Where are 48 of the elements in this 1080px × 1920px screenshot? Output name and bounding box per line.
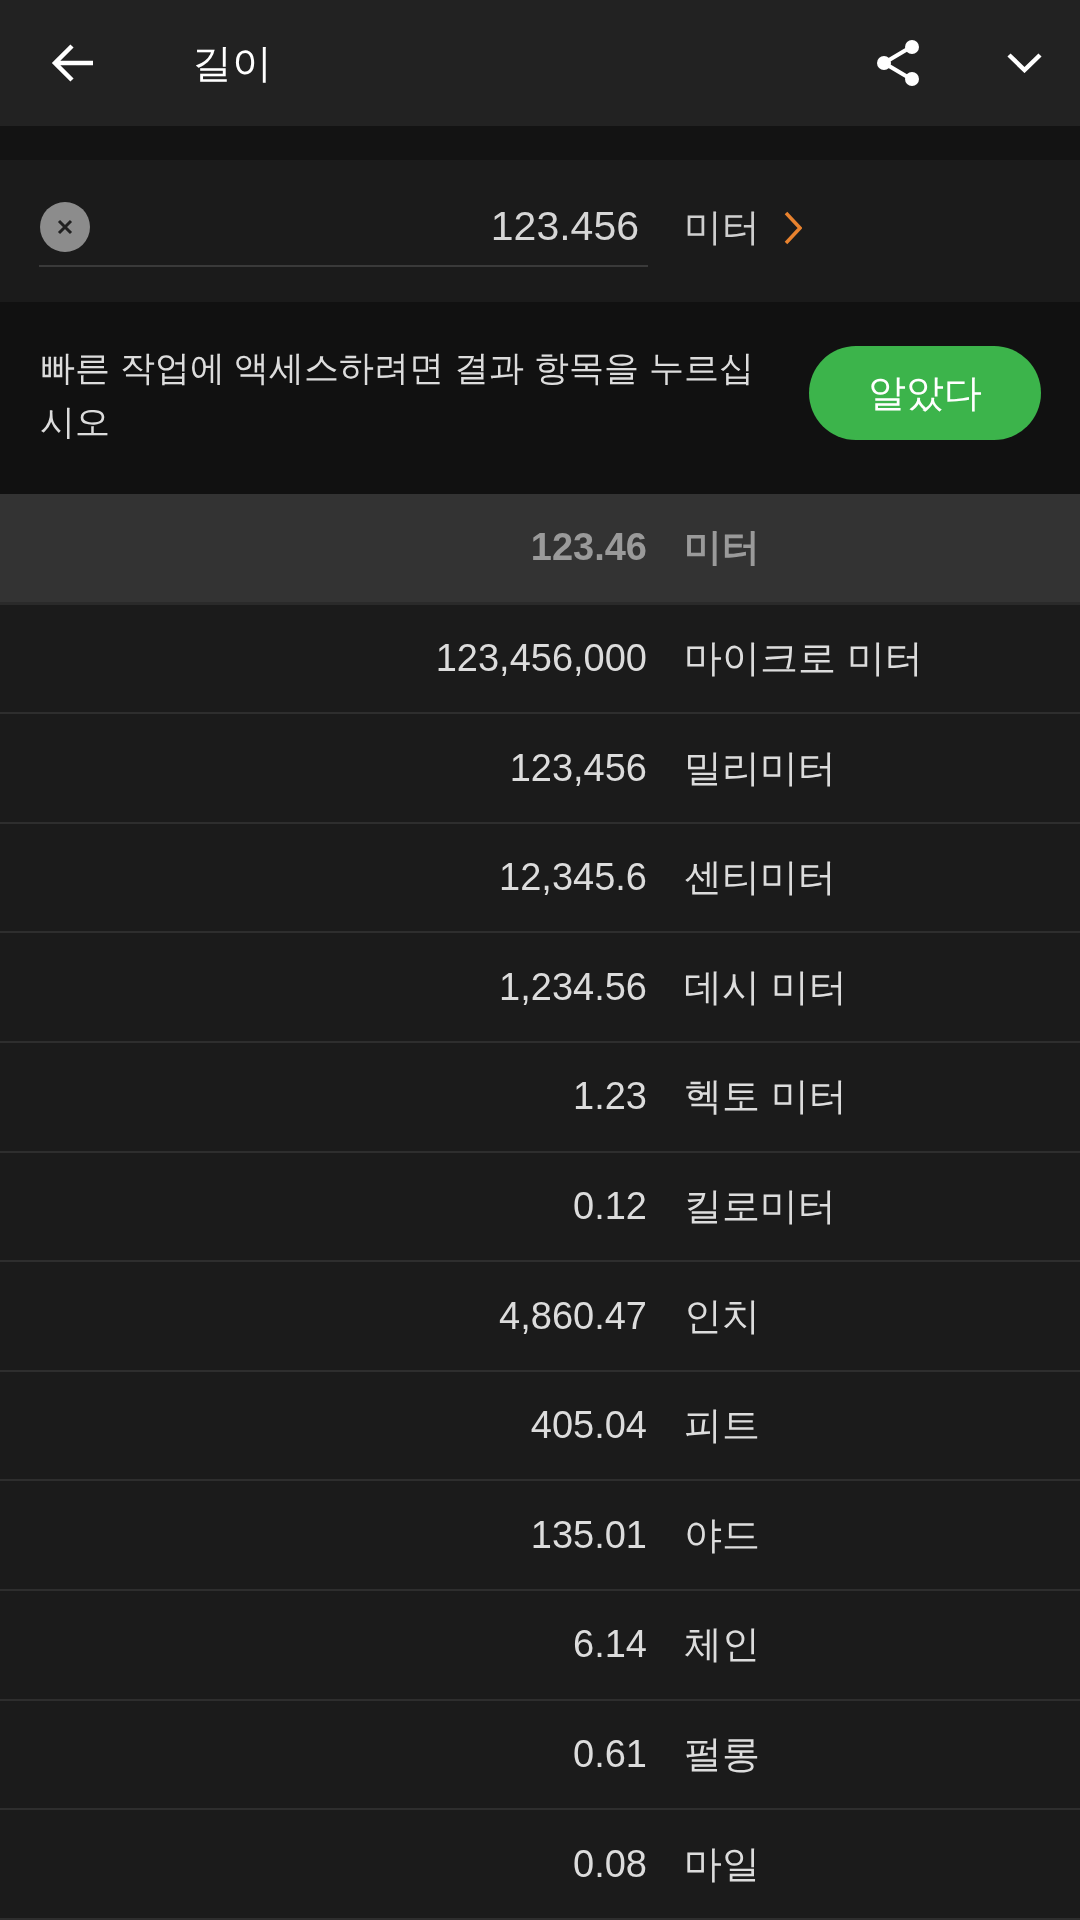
result-value: 123.46 [529, 526, 647, 570]
result-row[interactable]: 405.04 피트 [0, 1371, 1080, 1482]
unit-name: 인치 [684, 1293, 760, 1339]
clear-icon[interactable] [40, 201, 90, 252]
result-row[interactable]: 4,860.47 인치 [0, 1262, 1080, 1372]
result-value: 123,456 [508, 746, 647, 790]
result-row[interactable]: 1,234.56 데시 미터 [0, 933, 1080, 1044]
unit-name: 마이크로 미터 [684, 635, 923, 681]
result-value: 0.08 [572, 1842, 647, 1886]
result-value: 0.61 [572, 1733, 647, 1776]
unit-name: 펄롱 [684, 1732, 760, 1777]
result-row[interactable]: 123,456,000 마이크로 미터 [0, 604, 1080, 715]
result-value: 4,860.47 [498, 1294, 647, 1338]
number-input-field[interactable]: 123.456 [39, 194, 648, 267]
unit-name: 미터 [684, 525, 760, 571]
unit-name: 킬로미터 [684, 1183, 836, 1229]
result-value: 1.23 [572, 1075, 647, 1119]
result-value: 123,456,000 [434, 636, 647, 680]
back-arrow-icon[interactable] [51, 43, 95, 83]
result-row[interactable]: 135.01 야드 [0, 1481, 1080, 1592]
result-value: 135.01 [529, 1513, 647, 1557]
unit-selector[interactable]: 미터 [684, 194, 802, 261]
unit-name: 헥토 미터 [684, 1074, 847, 1120]
result-value: 1,234.56 [498, 965, 647, 1009]
result-value: 0.12 [572, 1184, 647, 1228]
result-row[interactable]: 0.61 펄롱 [0, 1700, 1080, 1811]
screen-title: 길이 [192, 39, 273, 87]
result-value: 405.04 [529, 1404, 647, 1448]
chevron-right-icon [784, 210, 802, 245]
chevron-down-icon[interactable] [1007, 53, 1042, 73]
tip-message: 빠른 작업에 액세스하려면 결과 항목을 누르십시오 [40, 347, 755, 443]
result-value: 12,345.6 [498, 856, 647, 900]
unit-name: 마일 [684, 1841, 760, 1887]
result-row[interactable]: 6.14 체인 [0, 1591, 1080, 1701]
share-icon[interactable] [876, 39, 920, 87]
result-row[interactable]: 0.12 킬로미터 [0, 1152, 1080, 1263]
result-row[interactable]: 123.46 미터 [0, 494, 1080, 605]
result-row[interactable]: 1.23 헥토 미터 [0, 1043, 1080, 1153]
unit-name: 야드 [684, 1512, 760, 1558]
result-row[interactable]: 0.08 마일 [0, 1810, 1080, 1920]
result-row[interactable]: 123,456 밀리미터 [0, 714, 1080, 824]
unit-name: 데시 미터 [684, 964, 847, 1010]
result-row[interactable]: 12,345.6 센티미터 [0, 823, 1080, 934]
unit-name: 피트 [684, 1403, 760, 1449]
unit-name: 체인 [684, 1622, 760, 1668]
result-value: 6.14 [572, 1623, 647, 1667]
unit-name: 밀리미터 [684, 745, 836, 791]
unit-name: 센티미터 [684, 855, 836, 901]
